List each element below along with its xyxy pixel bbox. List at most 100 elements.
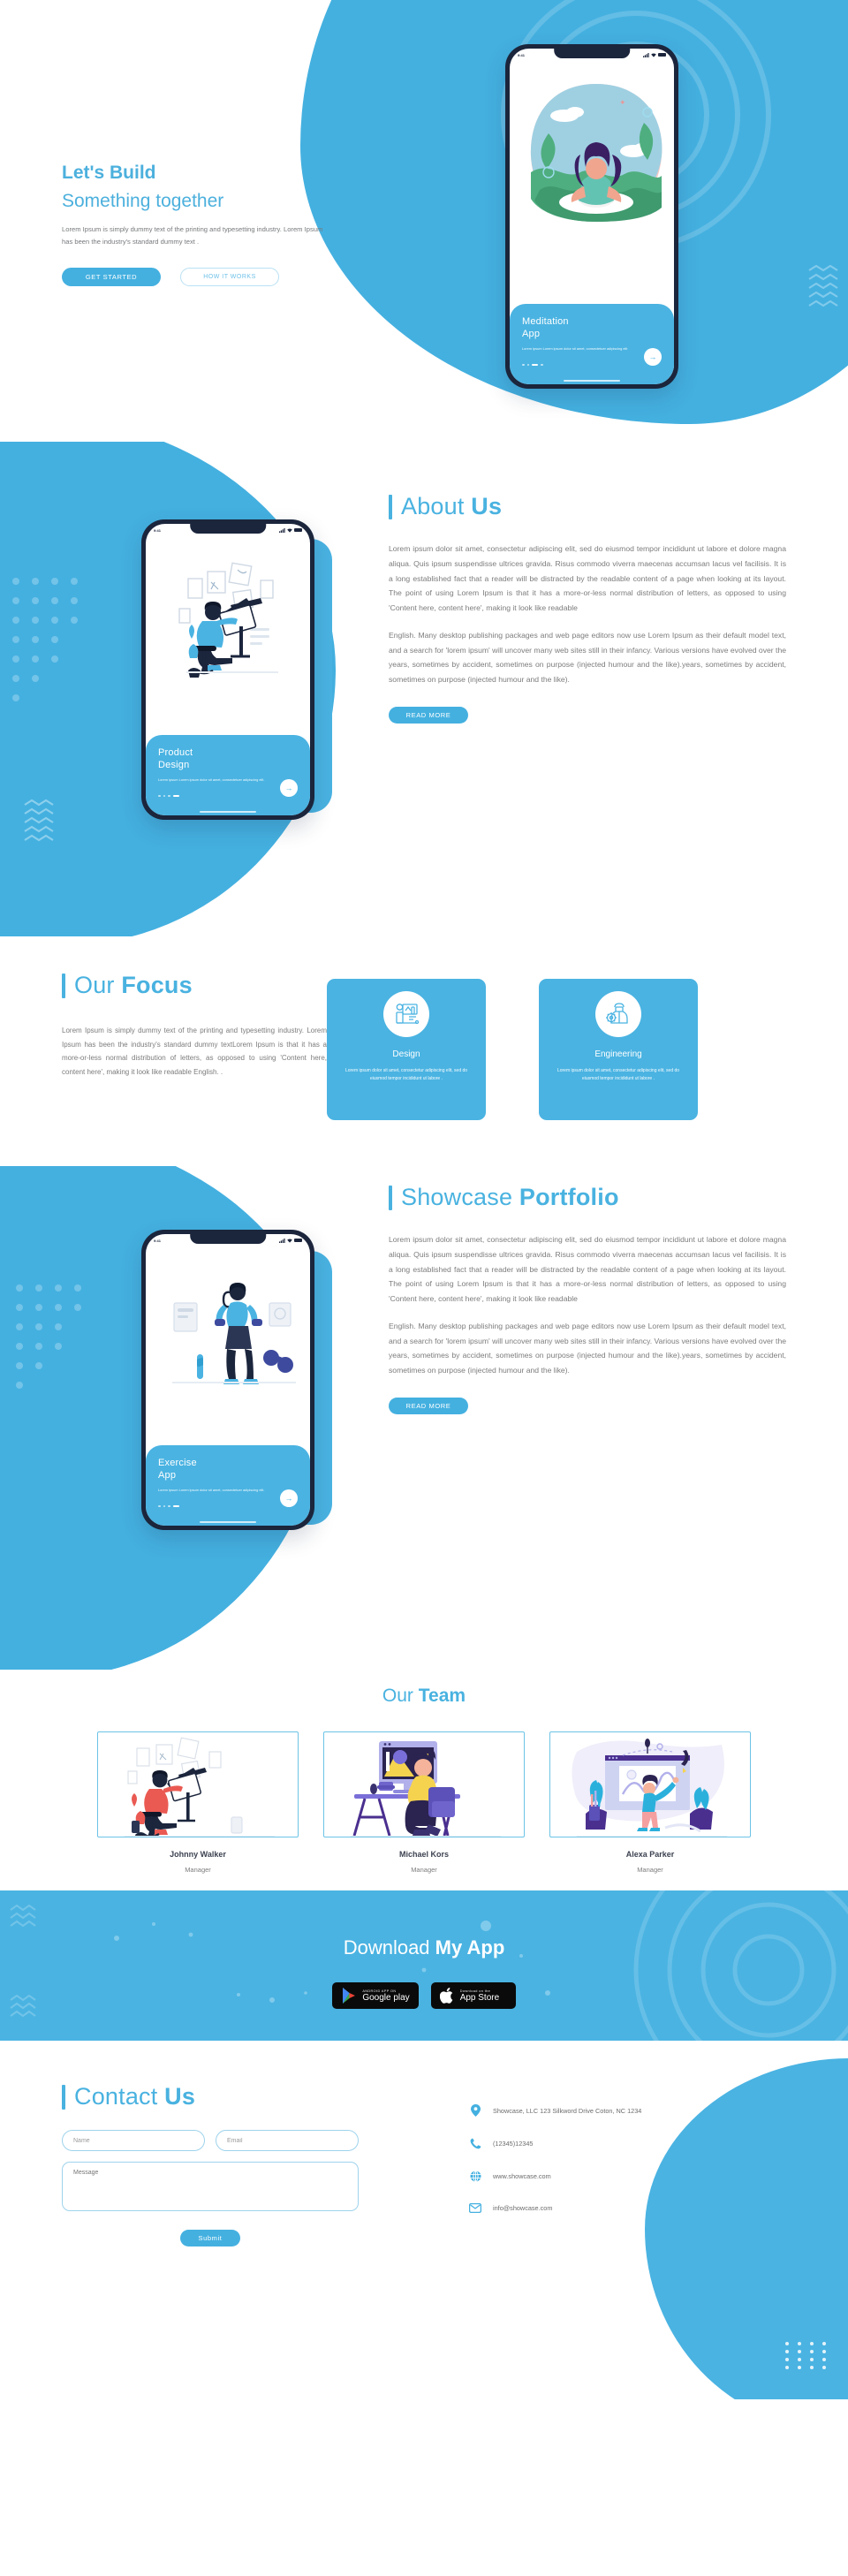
how-it-works-button[interactable]: HOW IT WORKS bbox=[180, 268, 279, 287]
submit-button[interactable]: Submit bbox=[180, 2230, 240, 2246]
decorative-zigzag bbox=[808, 265, 838, 307]
focus-card-design[interactable]: Design Lorem ipsum dolor sit amet, conse… bbox=[327, 979, 486, 1120]
envelope-icon bbox=[468, 2203, 482, 2213]
contact-info-list: Showcase, LLC 123 Silkword Drive Coton, … bbox=[468, 2104, 760, 2234]
phone-notch bbox=[554, 49, 630, 58]
decorative-dot-grid bbox=[12, 578, 78, 701]
phone-card-title-2: App bbox=[522, 328, 541, 339]
showcase-paragraph-1: Lorem ipsum dolor sit amet, consectetur … bbox=[389, 1235, 786, 1303]
phone-card-title-1: Product bbox=[158, 747, 193, 759]
team-member-card[interactable]: Johnny Walker Manager bbox=[97, 1731, 299, 1874]
about-paragraph-1: Lorem ipsum dolor sit amet, consectetur … bbox=[389, 544, 786, 612]
wifi-icon bbox=[287, 1238, 292, 1243]
phone-home-indicator bbox=[146, 807, 310, 815]
google-play-icon bbox=[343, 1988, 356, 2004]
badge-line-2: App Store bbox=[459, 1992, 500, 2003]
team-heading-light: Our bbox=[382, 1686, 413, 1706]
google-play-badge[interactable]: ANDROID APP ON Google play bbox=[332, 1982, 419, 2009]
carousel-dots[interactable] bbox=[522, 363, 662, 366]
signal-icon bbox=[279, 527, 285, 533]
wifi-icon bbox=[651, 52, 656, 57]
team-member-card[interactable]: Alexa Parker Manager bbox=[549, 1731, 751, 1874]
focus-heading-bold: Focus bbox=[121, 972, 193, 998]
team-heading: Our Team bbox=[0, 1670, 848, 1707]
apple-icon bbox=[439, 1988, 453, 2004]
designer-at-desktop-icon bbox=[323, 1731, 525, 1837]
decorative-dot-grid bbox=[785, 2342, 830, 2369]
focus-card-engineering[interactable]: Engineering Lorem ipsum dolor sit amet, … bbox=[539, 979, 698, 1120]
illustrator-at-easel-icon bbox=[97, 1731, 299, 1837]
download-section: Download My App ANDROID APP ON Google pl… bbox=[0, 1890, 848, 2041]
showcase-read-more-button[interactable]: READ MORE bbox=[389, 1397, 468, 1414]
contact-info-website[interactable]: www.showcase.com bbox=[468, 2171, 760, 2182]
exercise-illustration bbox=[146, 1234, 310, 1445]
phone-notch bbox=[190, 1234, 266, 1244]
hero-section: Let's Build Something together Lorem Ips… bbox=[0, 0, 848, 442]
wifi-icon bbox=[287, 527, 292, 533]
heading-accent-bar bbox=[389, 494, 392, 519]
heading-accent-bar bbox=[389, 1185, 392, 1210]
carousel-dots[interactable] bbox=[158, 1504, 298, 1507]
contact-info-email[interactable]: info@showcase.com bbox=[468, 2203, 760, 2213]
contact-info-text: Showcase, LLC 123 Silkword Drive Coton, … bbox=[493, 2106, 642, 2115]
name-input[interactable] bbox=[62, 2130, 205, 2151]
heading-accent-bar bbox=[62, 973, 65, 998]
focus-card-text: Lorem ipsum dolor sit amet, consectetur … bbox=[344, 1068, 468, 1081]
get-started-button[interactable]: GET STARTED bbox=[62, 268, 161, 287]
team-member-card[interactable]: Michael Kors Manager bbox=[323, 1731, 525, 1874]
team-member-name: Alexa Parker bbox=[625, 1850, 675, 1859]
team-member-name: Johnny Walker bbox=[170, 1850, 226, 1859]
contact-info-address: Showcase, LLC 123 Silkword Drive Coton, … bbox=[468, 2104, 760, 2117]
team-member-role: Manager bbox=[637, 1866, 663, 1874]
woman-presenting-chart-icon bbox=[549, 1731, 751, 1837]
phone-card-text: Lorem ipsum Lorem ipsum dolor sit amet, … bbox=[522, 345, 628, 351]
showcase-heading-bold: Portfolio bbox=[519, 1184, 619, 1210]
svg-text:✦: ✦ bbox=[619, 98, 626, 107]
carousel-dots[interactable] bbox=[158, 794, 298, 797]
store-badge-list: ANDROID APP ON Google play Download on t… bbox=[0, 1982, 848, 2009]
contact-info-text: info@showcase.com bbox=[493, 2204, 553, 2212]
focus-card-text: Lorem ipsum dolor sit amet, consectetur … bbox=[556, 1068, 680, 1081]
globe-icon bbox=[468, 2171, 482, 2182]
hero-paragraph: Lorem Ipsum is simply dummy text of the … bbox=[62, 225, 323, 246]
status-icons bbox=[643, 52, 666, 57]
phone-next-button[interactable]: → bbox=[280, 1489, 298, 1507]
phone-next-button[interactable]: → bbox=[644, 348, 662, 366]
focus-heading-light: Our bbox=[74, 972, 115, 998]
focus-copy: Our Focus Lorem Ipsum is simply dummy te… bbox=[62, 972, 327, 1079]
contact-heading: Contact Us bbox=[62, 2083, 362, 2110]
focus-section: Our Focus Lorem Ipsum is simply dummy te… bbox=[0, 936, 848, 1166]
about-read-more-button[interactable]: READ MORE bbox=[389, 706, 468, 724]
team-heading-bold: Team bbox=[418, 1686, 466, 1706]
battery-icon bbox=[294, 528, 302, 532]
about-section: 9:41 Product Design Lorem ipsum Lorem ip… bbox=[0, 442, 848, 936]
phone-next-button[interactable]: → bbox=[280, 779, 298, 797]
hero-copy: Let's Build Something together Lorem Ips… bbox=[62, 159, 353, 287]
email-input[interactable] bbox=[216, 2130, 359, 2151]
about-phone-card: Product Design Lorem ipsum Lorem ipsum d… bbox=[146, 735, 310, 807]
hero-button-group: GET STARTED HOW IT WORKS bbox=[62, 268, 353, 287]
about-heading-bold: Us bbox=[471, 493, 503, 519]
showcase-heading-light: Showcase bbox=[401, 1184, 513, 1210]
map-pin-icon bbox=[468, 2104, 482, 2117]
contact-heading-bold: Us bbox=[164, 2083, 196, 2110]
about-copy: About Us Lorem ipsum dolor sit amet, con… bbox=[389, 493, 786, 724]
decorative-dot-grid bbox=[16, 1284, 81, 1389]
showcase-paragraph-2: English. Many desktop publishing package… bbox=[389, 1321, 786, 1375]
team-member-list: Johnny Walker Manager Michael Kors Manag… bbox=[0, 1731, 848, 1874]
phone-card-title-1: Meditation bbox=[522, 316, 569, 328]
phone-card-title-2: App bbox=[158, 1469, 177, 1481]
download-heading-bold: My App bbox=[435, 1936, 505, 1959]
meditation-illustration: ✦ bbox=[510, 49, 674, 304]
showcase-section: 9:41 Exercise App Lorem ipsum Lorem ipsu… bbox=[0, 1166, 848, 1670]
about-phone-mockup: 9:41 Product Design Lorem ipsum Lorem ip… bbox=[141, 519, 314, 820]
app-store-badge[interactable]: Download on the App Store bbox=[430, 1982, 516, 2009]
contact-heading-light: Contact bbox=[74, 2083, 158, 2110]
focus-card-list: Design Lorem ipsum dolor sit amet, conse… bbox=[327, 979, 698, 1120]
hero-title-line-1: Let's Build bbox=[62, 163, 156, 183]
hero-title-line-2: Something together bbox=[62, 190, 224, 211]
about-paragraph-2: English. Many desktop publishing package… bbox=[389, 630, 786, 684]
landing-page: Let's Build Something together Lorem Ips… bbox=[0, 0, 848, 2576]
phone-card-title-1: Exercise bbox=[158, 1458, 197, 1469]
message-input[interactable] bbox=[62, 2162, 359, 2211]
